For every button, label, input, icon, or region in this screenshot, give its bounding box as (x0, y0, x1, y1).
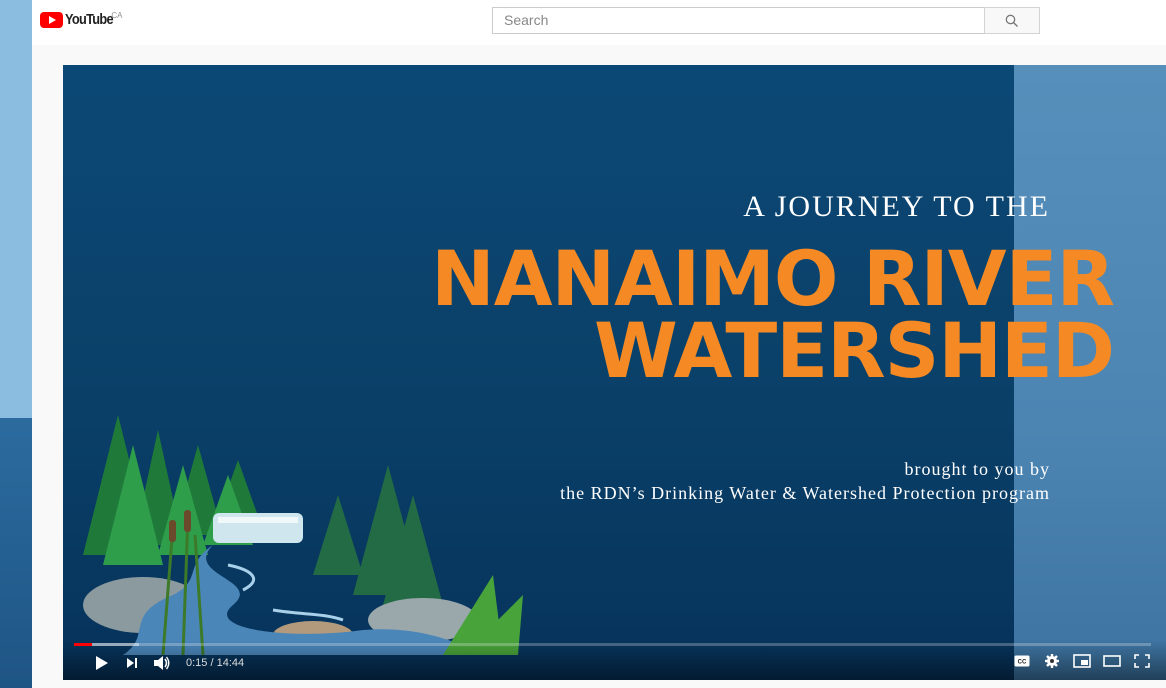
fullscreen-icon (1134, 654, 1150, 668)
youtube-play-logo-icon (40, 12, 63, 28)
search-icon (1005, 14, 1018, 27)
video-title-intro: A JOURNEY TO THE (743, 190, 1050, 223)
logo-region: CA (111, 11, 123, 20)
miniplayer-icon (1073, 654, 1091, 668)
miniplayer-button[interactable] (1070, 652, 1094, 670)
progress-bar[interactable] (74, 643, 1151, 646)
settings-icon (1045, 654, 1059, 668)
watershed-illustration (83, 415, 523, 655)
next-button[interactable] (118, 654, 146, 672)
captions-button[interactable]: CC (1010, 652, 1034, 670)
video-title-line2: NANAIMO RIVER (431, 234, 1115, 323)
theater-icon (1103, 655, 1121, 667)
video-subtitle-line1: brought to you by (904, 459, 1050, 479)
player-controls-right: CC (1004, 652, 1154, 670)
settings-button[interactable] (1040, 652, 1064, 670)
theater-mode-button[interactable] (1100, 652, 1124, 670)
video-title-main: NANAIMO RIVER WATERSHED (431, 234, 1115, 395)
play-icon (96, 656, 108, 670)
search-button[interactable] (984, 7, 1040, 34)
fullscreen-button[interactable] (1130, 652, 1154, 670)
next-icon (127, 658, 137, 668)
time-display: 0:15 / 14:44 (186, 657, 244, 669)
player-controls: 0:15 / 14:44 CC (63, 640, 1166, 680)
video-title-line3: WATERSHED (594, 306, 1115, 395)
volume-button[interactable] (148, 654, 176, 672)
play-button[interactable] (88, 654, 116, 672)
search-bar: Search (492, 7, 1040, 34)
captions-icon: CC (1014, 655, 1030, 667)
youtube-logo[interactable]: YouTube CA (40, 12, 122, 28)
progress-played (74, 643, 93, 646)
duration: 14:44 (216, 657, 245, 669)
logo-text: YouTube (65, 11, 114, 28)
video-player[interactable]: A JOURNEY TO THE NANAIMO RIVER WATERSHED… (63, 65, 1166, 680)
video-subtitle-line2: the RDN’s Drinking Water & Watershed Pro… (560, 483, 1050, 503)
current-time: 0:15 (186, 657, 208, 669)
svg-text:CC: CC (1018, 660, 1027, 666)
volume-icon (154, 656, 170, 670)
player-controls-left: 0:15 / 14:44 (88, 654, 244, 672)
search-input[interactable]: Search (492, 7, 984, 34)
time-separator: / (207, 657, 217, 669)
